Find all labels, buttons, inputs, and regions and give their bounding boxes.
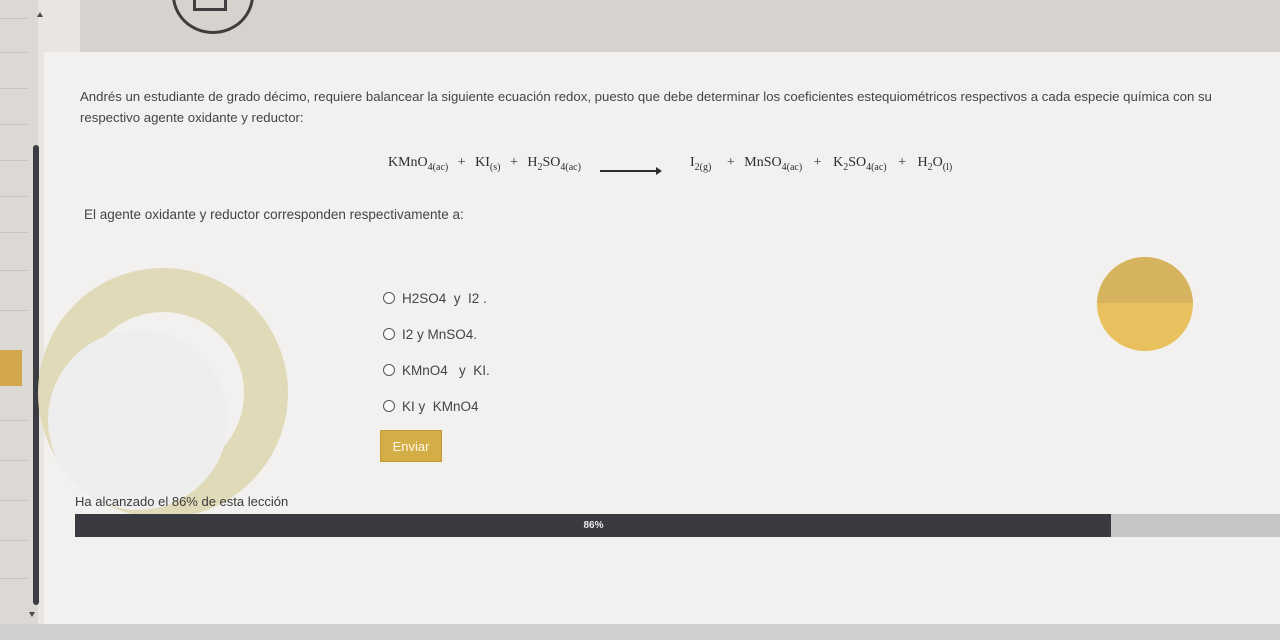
reaction-arrow-icon (600, 167, 662, 175)
radio-button[interactable] (383, 400, 395, 412)
progress-text: Ha alcanzado el 86% de esta lección (75, 494, 289, 509)
rail-divider (0, 420, 28, 421)
progress-label: 86% (583, 520, 604, 531)
answer-option[interactable]: H2SO4 y I2 . (383, 280, 490, 316)
plus-sign: + (898, 155, 907, 170)
rail-divider (0, 52, 28, 53)
plus-sign: + (813, 155, 822, 170)
rail-divider (0, 500, 28, 501)
product: H2O(l) (917, 155, 953, 173)
rail-divider (0, 232, 28, 233)
product: MnSO4(ac) (744, 155, 803, 173)
scroll-up-icon[interactable] (37, 12, 43, 17)
option-label: KMnO4 y KI. (402, 362, 490, 378)
radio-button[interactable] (383, 292, 395, 304)
rail-divider (0, 460, 28, 461)
answer-option[interactable]: KI y KMnO4 (383, 388, 490, 424)
reactant: KI(s) (475, 155, 501, 173)
plus-sign: + (726, 155, 735, 170)
answer-option[interactable]: I2 y MnSO4. (383, 316, 490, 352)
equation-reactants: KMnO4(ac) + KI(s) + H2SO4(ac) (388, 155, 581, 173)
rail-divider (0, 18, 28, 19)
decorative-circle (1097, 257, 1193, 351)
plus-sign: + (457, 155, 466, 170)
header-band (80, 0, 1280, 52)
footer-band (0, 624, 1280, 640)
rail-divider (0, 540, 28, 541)
reactant: H2SO4(ac) (527, 155, 581, 173)
scrollbar[interactable] (33, 145, 39, 605)
rail-divider (0, 270, 28, 271)
radio-button[interactable] (383, 364, 395, 376)
answer-options: H2SO4 y I2 . I2 y MnSO4. KMnO4 y KI. KI … (383, 280, 490, 424)
product: K2SO4(ac) (833, 155, 887, 173)
answer-option[interactable]: KMnO4 y KI. (383, 352, 490, 388)
logo-mark (193, 0, 227, 11)
decorative-ring-center (48, 330, 228, 510)
equation-products: I2(g) + MnSO4(ac) + K2SO4(ac) + H2O(l) (690, 155, 952, 173)
option-label: KI y KMnO4 (402, 398, 479, 414)
product: I2(g) (690, 155, 712, 173)
rail-divider (0, 310, 28, 311)
rail-divider (0, 88, 28, 89)
option-label: I2 y MnSO4. (402, 326, 478, 342)
reactant: KMnO4(ac) (388, 155, 449, 173)
option-label: H2SO4 y I2 . (402, 290, 487, 306)
rail-divider (0, 124, 28, 125)
scroll-down-icon[interactable] (29, 612, 35, 617)
rail-divider (0, 160, 28, 161)
rail-divider (0, 578, 28, 579)
radio-button[interactable] (383, 328, 395, 340)
rail-divider (0, 196, 28, 197)
side-tab[interactable] (0, 350, 22, 386)
question-prompt: El agente oxidante y reductor correspond… (84, 207, 464, 222)
submit-button[interactable]: Enviar (380, 430, 442, 462)
plus-sign: + (509, 155, 518, 170)
progress-bar: 86% (75, 514, 1280, 537)
question-text: Andrés un estudiante de grado décimo, re… (80, 89, 1212, 125)
